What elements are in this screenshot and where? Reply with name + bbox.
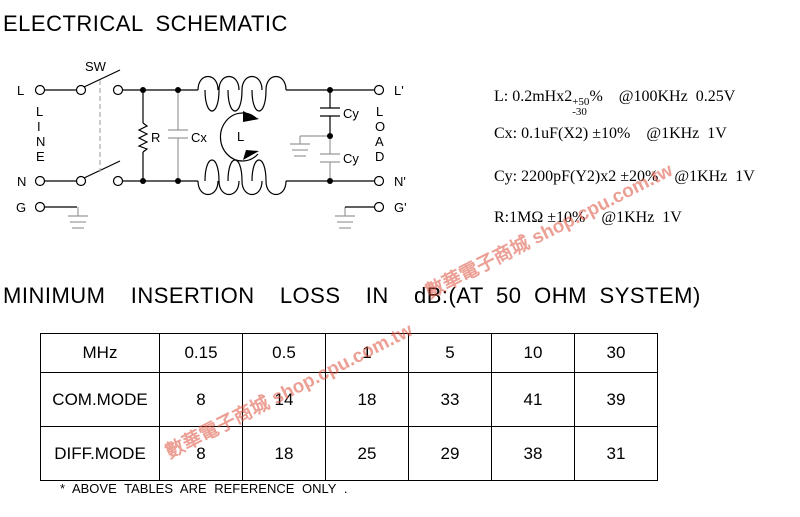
cell: 41	[491, 372, 575, 427]
line-letter: L	[36, 104, 43, 119]
label-g: G	[16, 200, 26, 215]
header-cell: MHz	[40, 333, 160, 373]
line-letter: E	[36, 149, 45, 164]
label-l: L	[17, 83, 24, 98]
label-l-prime: L'	[394, 83, 404, 98]
terminal-l	[34, 84, 46, 96]
cell: 25	[325, 426, 409, 481]
label-sw: SW	[85, 59, 107, 74]
loss-title: MINIMUM INSERTION LOSS IN dB:(AT 50 OHM …	[3, 283, 701, 308]
schematic-diagram: L N G L I N E SW R Cx L Cy Cy L O A D L'…	[16, 59, 407, 229]
table-row: DIFF.MODE 8 18 25 29 38 31	[40, 426, 658, 481]
label-cy: Cy	[343, 151, 359, 166]
label-n-prime: N'	[394, 174, 406, 189]
label-cy: Cy	[343, 106, 359, 121]
label-r: R	[151, 130, 160, 145]
cell: 33	[408, 372, 492, 427]
resistor	[137, 122, 149, 153]
cell: 31	[574, 426, 658, 481]
spec-cx: Cx: 0.1uF(X2) ±10% @1KHz 1V	[494, 125, 727, 142]
row-label: DIFF.MODE	[40, 426, 160, 481]
terminal-g	[34, 201, 46, 213]
cell: 18	[242, 426, 326, 481]
header-cell: 0.15	[159, 333, 243, 373]
label-g-prime: G'	[394, 200, 407, 215]
header-cell: 10	[491, 333, 575, 373]
terminal-n	[34, 175, 46, 187]
label-n: N	[17, 174, 26, 189]
inductor-bottom	[197, 159, 287, 196]
load-letter: L	[376, 104, 383, 119]
header-cell: 5	[408, 333, 492, 373]
row-label: COM.MODE	[40, 372, 160, 427]
line-letter: I	[37, 119, 41, 134]
footnote: * ABOVE TABLES ARE REFERENCE ONLY .	[60, 481, 348, 496]
line-letter: N	[36, 134, 45, 149]
cell: 18	[325, 372, 409, 427]
arrow-head	[243, 111, 259, 122]
load-letter: O	[375, 119, 385, 134]
load-letter: A	[375, 134, 384, 149]
cell: 39	[574, 372, 658, 427]
label-inductor: L	[237, 129, 244, 144]
table-row: COM.MODE 8 14 18 33 41 39	[40, 372, 658, 427]
cell: 29	[408, 426, 492, 481]
header-cell: 30	[574, 333, 658, 373]
load-letter: D	[375, 149, 384, 164]
cell: 38	[491, 426, 575, 481]
label-cx: Cx	[191, 130, 207, 145]
page-title: ELECTRICAL SCHEMATIC	[3, 11, 288, 36]
spec-inductor: L: 0.2mHx2 +50 -30% @100KHz 0.25V	[494, 88, 736, 118]
inductor-top	[197, 75, 287, 112]
